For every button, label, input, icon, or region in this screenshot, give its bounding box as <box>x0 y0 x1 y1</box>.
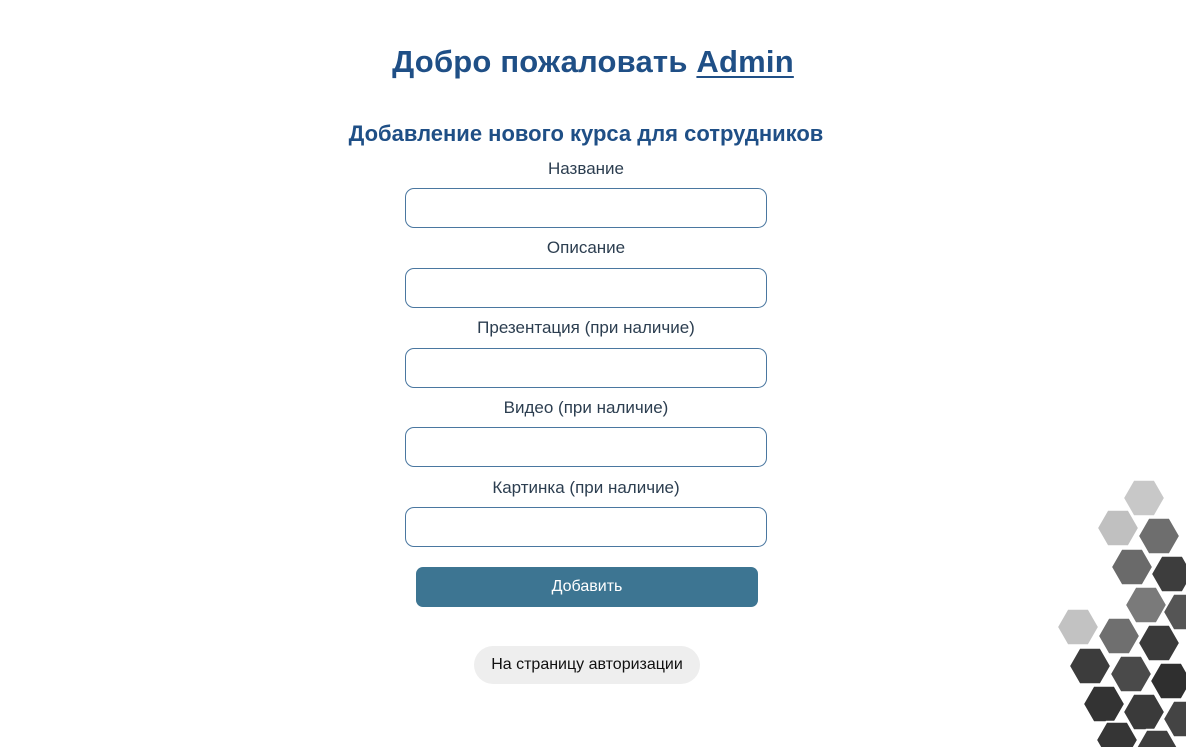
welcome-prefix: Добро пожаловать <box>392 44 688 79</box>
hexagon-shape <box>1123 585 1169 625</box>
hexagon-shape <box>1109 547 1155 587</box>
field-label-image: Картинка (при наличие) <box>492 478 680 497</box>
hexagon-pattern-icon <box>1020 440 1186 747</box>
welcome-heading: Добро пожаловать Admin <box>0 44 1186 80</box>
add-course-button[interactable]: Добавить <box>416 567 758 607</box>
form-title: Добавление нового курса для сотрудников <box>348 121 824 146</box>
hexagon-shape <box>1081 684 1127 724</box>
username-link[interactable]: Admin <box>696 44 793 79</box>
field-label-name: Название <box>548 159 624 178</box>
name-input[interactable] <box>405 188 767 228</box>
hexagon-shape <box>1067 646 1113 686</box>
field-label-video: Видео (при наличие) <box>503 398 669 417</box>
field-label-description: Описание <box>546 238 626 257</box>
video-input[interactable] <box>405 427 767 467</box>
hexagon-shape <box>1136 516 1182 556</box>
image-input[interactable] <box>405 507 767 547</box>
auth-page-button[interactable]: На страницу авторизации <box>474 646 700 684</box>
hexagon-shape <box>1108 654 1154 694</box>
page: Добро пожаловать Admin Добавление нового… <box>0 0 1186 747</box>
hexagon-shape <box>1095 508 1141 548</box>
field-label-presentation: Презентация (при наличие) <box>477 318 695 337</box>
presentation-input[interactable] <box>405 348 767 388</box>
hexagon-shape <box>1055 607 1101 647</box>
description-input[interactable] <box>405 268 767 308</box>
hexagon-shape <box>1096 616 1142 656</box>
